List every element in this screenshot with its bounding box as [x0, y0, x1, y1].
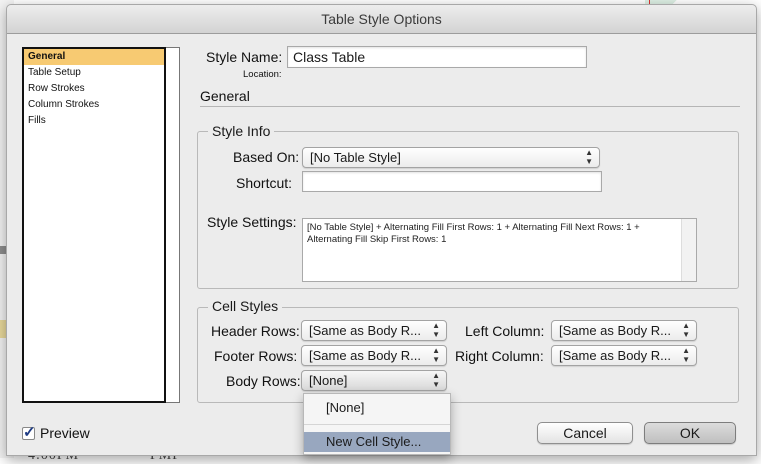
shortcut-label: Shortcut:	[236, 175, 293, 191]
category-item-table-setup[interactable]: Table Setup	[24, 65, 164, 81]
style-settings-scrollbar[interactable]	[681, 219, 696, 281]
right-column-dropdown[interactable]: [Same as Body R... ▲ ▼	[551, 345, 697, 366]
based-on-value: [No Table Style]	[310, 150, 401, 165]
dropdown-arrows-icon: ▲ ▼	[432, 346, 440, 364]
right-column-label: Right Column:	[455, 348, 544, 364]
right-column-value: [Same as Body R...	[559, 348, 671, 363]
dialog-title: Table Style Options	[7, 5, 756, 34]
body-rows-label: Body Rows:	[226, 373, 301, 389]
based-on-label: Based On:	[233, 149, 300, 165]
menu-item-none[interactable]: [None]	[304, 398, 450, 418]
style-settings-label: Style Settings:	[207, 214, 297, 230]
left-column-dropdown[interactable]: [Same as Body R... ▲ ▼	[551, 320, 697, 341]
location-label: Location:	[243, 69, 282, 80]
dropdown-arrows-icon: ▲ ▼	[432, 371, 440, 389]
menu-item-new-cell-style[interactable]: New Cell Style...	[304, 432, 450, 452]
cell-styles-title: Cell Styles	[208, 298, 283, 314]
style-settings-text: [No Table Style] + Alternating Fill Firs…	[302, 218, 697, 282]
category-item-fills[interactable]: Fills	[24, 113, 164, 129]
checkmark-icon: ✓	[23, 424, 36, 441]
category-item-row-strokes[interactable]: Row Strokes	[24, 81, 164, 97]
style-name-input[interactable]: Class Table	[287, 46, 587, 68]
dropdown-arrows-icon: ▲ ▼	[585, 148, 593, 166]
left-column-value: [Same as Body R...	[559, 323, 671, 338]
body-rows-dropdown-menu: [None] New Cell Style...	[303, 393, 451, 455]
footer-rows-value: [Same as Body R...	[309, 348, 421, 363]
body-rows-value: [None]	[309, 373, 348, 388]
body-rows-dropdown[interactable]: [None] ▲ ▼	[301, 370, 447, 391]
style-info-title: Style Info	[208, 123, 275, 139]
table-style-options-dialog: Table Style Options General Table Setup …	[6, 4, 757, 456]
menu-separator	[304, 424, 450, 425]
cancel-button[interactable]: Cancel	[537, 422, 633, 444]
style-name-label: Style Name:	[206, 49, 283, 65]
dropdown-arrows-icon: ▲ ▼	[682, 321, 690, 339]
header-rows-label: Header Rows:	[211, 323, 300, 339]
footer-rows-label: Footer Rows:	[214, 348, 298, 364]
style-settings-content: [No Table Style] + Alternating Fill Firs…	[307, 222, 640, 245]
category-item-general[interactable]: General	[24, 49, 164, 65]
category-list[interactable]: General Table Setup Row Strokes Column S…	[22, 47, 166, 403]
preview-checkbox[interactable]: ✓	[22, 424, 36, 441]
header-rows-value: [Same as Body R...	[309, 323, 421, 338]
footer-rows-dropdown[interactable]: [Same as Body R... ▲ ▼	[301, 345, 447, 366]
preview-label[interactable]: Preview	[40, 425, 90, 441]
based-on-dropdown[interactable]: [No Table Style] ▲ ▼	[302, 147, 600, 168]
header-rows-dropdown[interactable]: [Same as Body R... ▲ ▼	[301, 320, 447, 341]
dropdown-arrows-icon: ▲ ▼	[682, 346, 690, 364]
category-item-column-strokes[interactable]: Column Strokes	[24, 97, 164, 113]
dropdown-arrows-icon: ▲ ▼	[432, 321, 440, 339]
section-heading: General	[200, 88, 250, 104]
section-divider	[200, 106, 740, 107]
category-list-scroll-area	[166, 47, 180, 403]
shortcut-input[interactable]	[302, 171, 602, 192]
left-column-label: Left Column:	[465, 323, 545, 339]
ok-button[interactable]: OK	[644, 422, 736, 444]
